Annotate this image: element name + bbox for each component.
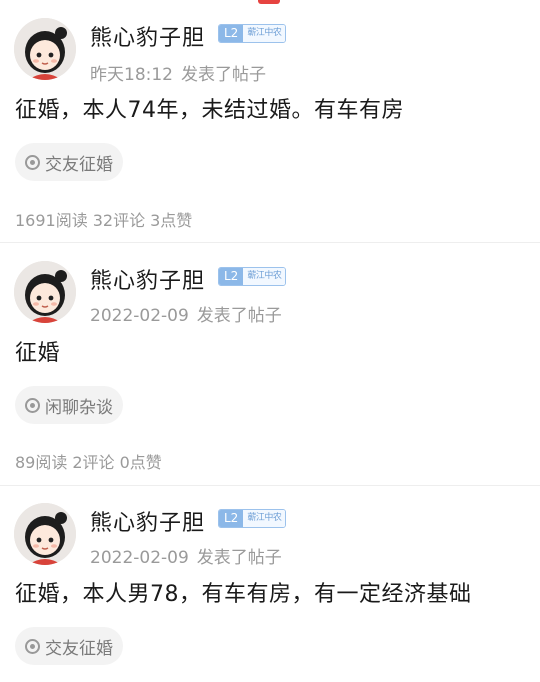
post-stats: 1691阅读 32评论 3点赞: [15, 207, 192, 231]
comment-count: 2评论: [72, 453, 115, 472]
org-label: 蕲江中农: [243, 268, 286, 285]
post-card[interactable]: 熊心豹子胆 L2 蕲江中农 昨天18:12 发表了帖子 征婚，本人74年，未结过婚…: [0, 0, 540, 243]
author-name[interactable]: 熊心豹子胆: [90, 20, 205, 52]
post-stats: 89阅读 2评论 0点赞: [15, 449, 162, 473]
topic-circle-icon: [25, 154, 40, 170]
level-label: L2: [219, 268, 244, 285]
level-label: L2: [219, 25, 244, 42]
post-action: 发表了帖子: [196, 306, 282, 326]
user-level-badge: L2 蕲江中农: [218, 267, 287, 286]
avatar[interactable]: [14, 261, 76, 323]
author-name[interactable]: 熊心豹子胆: [90, 505, 205, 537]
avatar[interactable]: [14, 18, 76, 80]
topic-tag[interactable]: 交友征婚: [15, 627, 123, 665]
avatar[interactable]: [14, 503, 76, 565]
topic-tag-label: 闲聊杂谈: [45, 397, 113, 418]
post-time: 2022-02-09: [90, 548, 189, 568]
topic-circle-icon: [25, 638, 40, 654]
topic-tag[interactable]: 闲聊杂谈: [15, 386, 123, 424]
level-label: L2: [219, 510, 244, 527]
comment-count: 32评论: [92, 211, 146, 230]
topic-tag-label: 交友征婚: [45, 154, 113, 175]
post-action: 发表了帖子: [181, 65, 266, 85]
post-content[interactable]: 征婚，本人男78，有车有房，有一定经济基础: [15, 576, 472, 608]
like-count: 3点赞: [150, 211, 193, 230]
cartoon-girl-avatar-icon: [14, 18, 76, 80]
post-action: 发表了帖子: [196, 548, 282, 568]
post-content[interactable]: 征婚，本人74年，未结过婚。有车有房: [15, 92, 404, 124]
topic-circle-icon: [25, 397, 40, 413]
read-count: 1691阅读: [15, 211, 88, 230]
post-time: 昨天18:12: [90, 65, 173, 85]
like-count: 0点赞: [119, 453, 162, 472]
post-meta: 2022-02-09 发表了帖子: [90, 543, 282, 568]
post-feed: 熊心豹子胆 L2 蕲江中农 昨天18:12 发表了帖子 征婚，本人74年，未结过婚…: [0, 0, 540, 682]
post-content[interactable]: 征婚: [15, 335, 60, 367]
read-count: 89阅读: [15, 453, 68, 472]
post-time: 2022-02-09: [90, 306, 189, 326]
author-name[interactable]: 熊心豹子胆: [90, 263, 205, 295]
post-card[interactable]: 熊心豹子胆 L2 蕲江中农 2022-02-09 发表了帖子 征婚，本人男78，有…: [0, 486, 540, 682]
user-level-badge: L2 蕲江中农: [218, 24, 287, 43]
cartoon-girl-avatar-icon: [14, 503, 76, 565]
post-meta: 2022-02-09 发表了帖子: [90, 301, 282, 326]
topic-tag-label: 交友征婚: [45, 638, 113, 659]
post-meta: 昨天18:12 发表了帖子: [90, 60, 266, 85]
topic-tag[interactable]: 交友征婚: [15, 143, 123, 181]
org-label: 蕲江中农: [243, 510, 286, 527]
cartoon-girl-avatar-icon: [14, 261, 76, 323]
post-card[interactable]: 熊心豹子胆 L2 蕲江中农 2022-02-09 发表了帖子 征婚 闲聊杂谈 89…: [0, 243, 540, 486]
user-level-badge: L2 蕲江中农: [218, 509, 287, 528]
org-label: 蕲江中农: [243, 25, 286, 42]
